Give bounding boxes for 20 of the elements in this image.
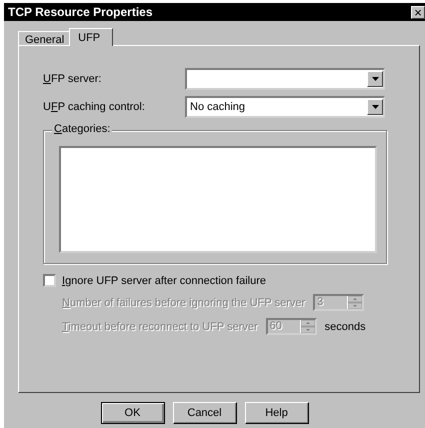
unit-label: seconds [324,320,366,332]
tab[interactable]: General [18,31,72,45]
spinner-arrows-icon[interactable] [347,296,362,309]
window-title: TCP Resource Properties [8,5,152,19]
dialog-button[interactable]: Cancel [172,402,236,424]
spinner-label: Timeout before reconnect to UFP server [62,320,258,332]
spinner-arrows-icon[interactable] [300,320,315,333]
spinner-label: Number of failures before ignoring the UFP server [62,296,306,308]
dialog-button[interactable]: OK [100,402,164,424]
dialog-button[interactable]: Help [244,402,308,424]
tab[interactable]: UFP [69,28,114,46]
categories-list[interactable] [59,146,377,253]
close-button[interactable]: × [411,6,425,18]
checkbox[interactable] [43,274,56,287]
group-label: Categories: [52,123,112,135]
checkbox-label[interactable]: Ignore UFP server after connection failure [62,274,266,286]
dropdown-field[interactable] [185,68,385,90]
dropdown-field[interactable]: No caching [185,96,385,118]
field-label: UFP caching control: [43,101,146,113]
field-label: UFP server: [43,73,102,85]
